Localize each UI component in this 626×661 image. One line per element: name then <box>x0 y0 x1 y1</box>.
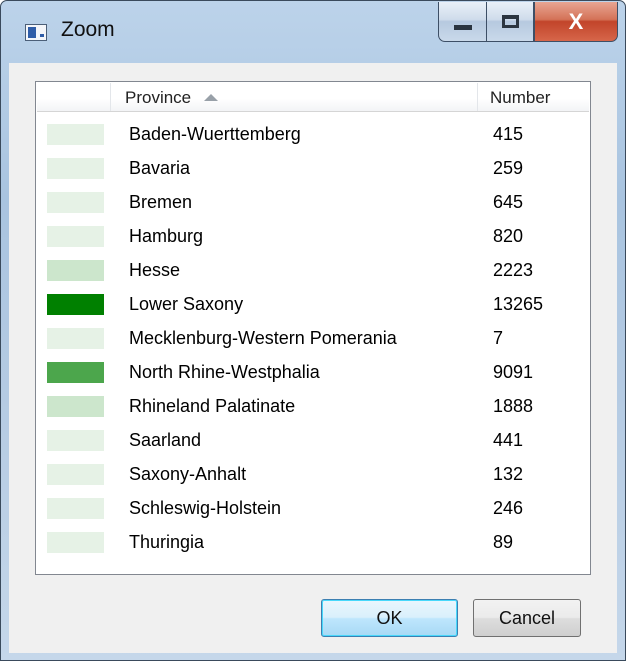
province-number: 820 <box>493 226 524 246</box>
column-header-color[interactable] <box>37 83 111 111</box>
list-item[interactable]: Saarland 441 <box>37 425 589 459</box>
province-number: 132 <box>493 464 524 484</box>
list-item[interactable]: Schleswig-Holstein 246 <box>37 493 589 527</box>
color-swatch <box>47 362 104 383</box>
maximize-button[interactable] <box>486 2 534 42</box>
close-icon: X <box>568 8 584 34</box>
province-name: Rhineland Palatinate <box>129 396 296 416</box>
list-item[interactable]: Bavaria 259 <box>37 153 589 187</box>
color-swatch <box>47 464 104 485</box>
province-name: Bremen <box>129 192 193 212</box>
list-rows: Baden-Wuerttemberg 415 Bavaria 259 Bremen 645… <box>37 119 589 561</box>
province-number: 2223 <box>493 260 534 280</box>
province-number: 7 <box>493 328 504 348</box>
province-name: Bavaria <box>129 158 191 178</box>
column-header-province-label: Province <box>125 88 192 107</box>
cancel-button[interactable]: Cancel <box>473 599 581 637</box>
color-swatch <box>47 430 104 451</box>
province-number: 645 <box>493 192 524 212</box>
province-name: Mecklenburg-Western Pomerania <box>129 328 397 348</box>
column-header-number[interactable]: Number <box>478 83 589 111</box>
ok-button[interactable]: OK <box>321 599 458 637</box>
color-swatch <box>47 396 104 417</box>
province-number: 9091 <box>493 362 534 382</box>
list-item[interactable]: Hamburg 820 <box>37 221 589 255</box>
color-swatch <box>47 192 104 213</box>
list-item[interactable]: Hesse 2223 <box>37 255 589 289</box>
list-header: Province Number <box>37 83 589 112</box>
caption-buttons: X <box>438 2 618 42</box>
column-header-province[interactable]: Province <box>111 83 478 111</box>
minimize-icon <box>453 25 472 30</box>
list-item[interactable]: North Rhine-Westphalia 9091 <box>37 357 589 391</box>
province-name: Thuringia <box>129 532 205 552</box>
province-name: Hesse <box>129 260 181 280</box>
province-number: 259 <box>493 158 524 178</box>
window-title: Zoom <box>61 18 115 41</box>
zoom-dialog-window: Zoom X Province Number Baden-Wuerttember… <box>0 0 626 661</box>
province-number: 1888 <box>493 396 534 416</box>
maximize-icon <box>501 15 519 28</box>
color-swatch <box>47 124 104 145</box>
sort-ascending-icon <box>204 94 219 101</box>
color-swatch <box>47 226 104 247</box>
list-item[interactable]: Baden-Wuerttemberg 415 <box>37 119 589 153</box>
province-name: North Rhine-Westphalia <box>129 362 320 382</box>
list-item[interactable]: Rhineland Palatinate 1888 <box>37 391 589 425</box>
province-list[interactable]: Province Number Baden-Wuerttemberg 415 Bav… <box>35 81 591 575</box>
color-swatch <box>47 260 104 281</box>
province-name: Hamburg <box>129 226 204 246</box>
province-name: Schleswig-Holstein <box>129 498 282 518</box>
list-item[interactable]: Saxony-Anhalt 132 <box>37 459 589 493</box>
province-number: 246 <box>493 498 524 518</box>
list-item[interactable]: Mecklenburg-Western Pomerania 7 <box>37 323 589 357</box>
province-name: Baden-Wuerttemberg <box>129 124 301 144</box>
close-button[interactable]: X <box>534 2 618 42</box>
dialog-client-area: Province Number Baden-Wuerttemberg 415 Bav… <box>9 63 617 653</box>
app-window-icon <box>25 24 47 41</box>
province-number: 89 <box>493 532 514 552</box>
minimize-button[interactable] <box>438 2 486 42</box>
color-swatch <box>47 532 104 553</box>
color-swatch <box>47 158 104 179</box>
color-swatch <box>47 294 104 315</box>
province-name: Saarland <box>129 430 202 450</box>
title-bar[interactable]: Zoom X <box>1 1 625 63</box>
province-name: Saxony-Anhalt <box>129 464 247 484</box>
province-name: Lower Saxony <box>129 294 244 314</box>
color-swatch <box>47 328 104 349</box>
color-swatch <box>47 498 104 519</box>
province-number: 441 <box>493 430 524 450</box>
province-number: 415 <box>493 124 524 144</box>
list-item[interactable]: Lower Saxony 13265 <box>37 289 589 323</box>
list-item[interactable]: Thuringia 89 <box>37 527 589 561</box>
province-number: 13265 <box>493 294 544 314</box>
list-item[interactable]: Bremen 645 <box>37 187 589 221</box>
